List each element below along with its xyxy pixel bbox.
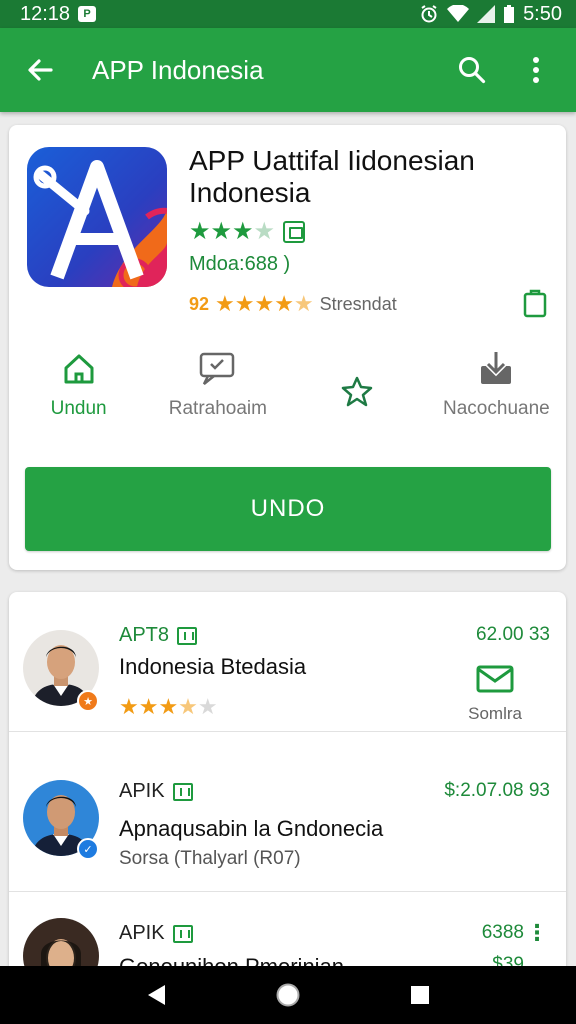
search-button[interactable] [450, 48, 494, 92]
sub-rating-row: 92 ★★★★★ Stresndat [189, 291, 397, 317]
app-code-icon [172, 924, 193, 943]
status-badge: ★ [77, 690, 99, 712]
more-vert-icon [533, 57, 539, 83]
notification-icon: P [78, 6, 97, 22]
list-item[interactable]: ★ APT8 Indonesia Btedasia ★★★★★ 62.00 33… [9, 592, 566, 732]
item-rating-stars: ★★★★★ [119, 694, 218, 719]
review-icon [199, 352, 235, 385]
recents-square-icon [411, 986, 429, 1004]
app-rating-row: ★★★★ [189, 217, 306, 246]
battery-icon [504, 5, 515, 23]
app-detail-card: APP Uattifal Iidonesian Indonesia ★★★★ M… [9, 125, 566, 570]
more-vert-icon[interactable]: ⋮ [526, 920, 548, 946]
bookmark-button[interactable] [522, 288, 548, 318]
action-star[interactable] [292, 350, 422, 430]
home-circle-icon [276, 983, 300, 1007]
app-code-icon [177, 626, 198, 645]
item-price: 62.00 33 [476, 624, 550, 645]
item-code-text: APIK [119, 922, 165, 944]
wifi-icon [447, 5, 470, 22]
status-time: 12:18 [20, 2, 71, 25]
back-button[interactable] [18, 48, 62, 92]
app-code-icon [172, 782, 193, 801]
action-ratrahoaim[interactable]: Ratrahoaim [153, 350, 283, 430]
system-nav-bar [0, 966, 576, 1024]
bookmark-icon [523, 289, 547, 318]
search-icon [459, 57, 486, 84]
bag-icon [283, 220, 306, 243]
back-arrow-icon [28, 59, 53, 81]
sub-rating-value: 92 [189, 293, 210, 314]
rating-stars: ★★★★ [189, 218, 276, 245]
action-label: Undun [50, 398, 107, 419]
status-bar: 12:18 P 5:50 [0, 0, 576, 28]
item-price: 6388 [481, 922, 524, 943]
message-button[interactable]: Somlra [468, 664, 522, 724]
action-undun[interactable]: Undun [14, 350, 144, 430]
alarm-icon [421, 5, 437, 23]
sub-rating-label: Stresndat [319, 293, 397, 314]
action-nacochuane[interactable]: Nacochuane [431, 350, 561, 430]
nav-back-button[interactable] [132, 971, 180, 1019]
message-icon [476, 665, 514, 693]
star-outline-icon [341, 376, 373, 407]
undo-button[interactable]: UNDO [25, 467, 551, 551]
status-right-time: 5:50 [523, 2, 562, 25]
app-bar: APP Indonesia [0, 28, 576, 112]
item-code: APT8 [119, 624, 198, 647]
related-list-card: ★ APT8 Indonesia Btedasia ★★★★★ 62.00 33… [9, 592, 566, 982]
nav-recents-button[interactable] [396, 971, 444, 1019]
status-left: 12:18 P [20, 2, 97, 26]
action-label: Nacochuane [443, 398, 550, 419]
mods-text: Mdoa:688 ) [189, 253, 291, 275]
app-title: APP Uattifal Iidonesian Indonesia [189, 145, 475, 208]
signal-icon [477, 5, 496, 23]
item-name: Apnaqusabin la Gndonecia [119, 816, 384, 841]
nav-home-button[interactable] [264, 971, 312, 1019]
app-icon[interactable] [27, 147, 167, 287]
action-label: Ratrahoaim [168, 398, 267, 419]
message-label: Somlra [468, 704, 522, 723]
status-right: 5:50 [419, 3, 562, 26]
list-item[interactable]: ✓ APIK Apnaqusabin la Gndonecia Sorsa (T… [9, 752, 566, 892]
back-triangle-icon [148, 985, 165, 1005]
home-icon [64, 354, 94, 384]
item-code-text: APIK [119, 780, 165, 802]
download-icon [481, 352, 512, 384]
item-code: APIK [119, 922, 193, 945]
item-code: APIK [119, 780, 193, 803]
item-price: $:2.07.08 93 [444, 780, 550, 801]
item-subtitle: Sorsa (Thalyarl (R07) [119, 848, 301, 869]
more-options-button[interactable] [514, 48, 558, 92]
sub-rating-stars: ★★★★★ [215, 291, 314, 316]
item-code-text: APT8 [119, 624, 170, 646]
action-row: Undun Ratrahoaim Nacochuane [9, 350, 566, 430]
item-name: Indonesia Btedasia [119, 654, 307, 679]
page-title: APP Indonesia [92, 54, 264, 85]
verified-badge: ✓ [77, 838, 99, 860]
